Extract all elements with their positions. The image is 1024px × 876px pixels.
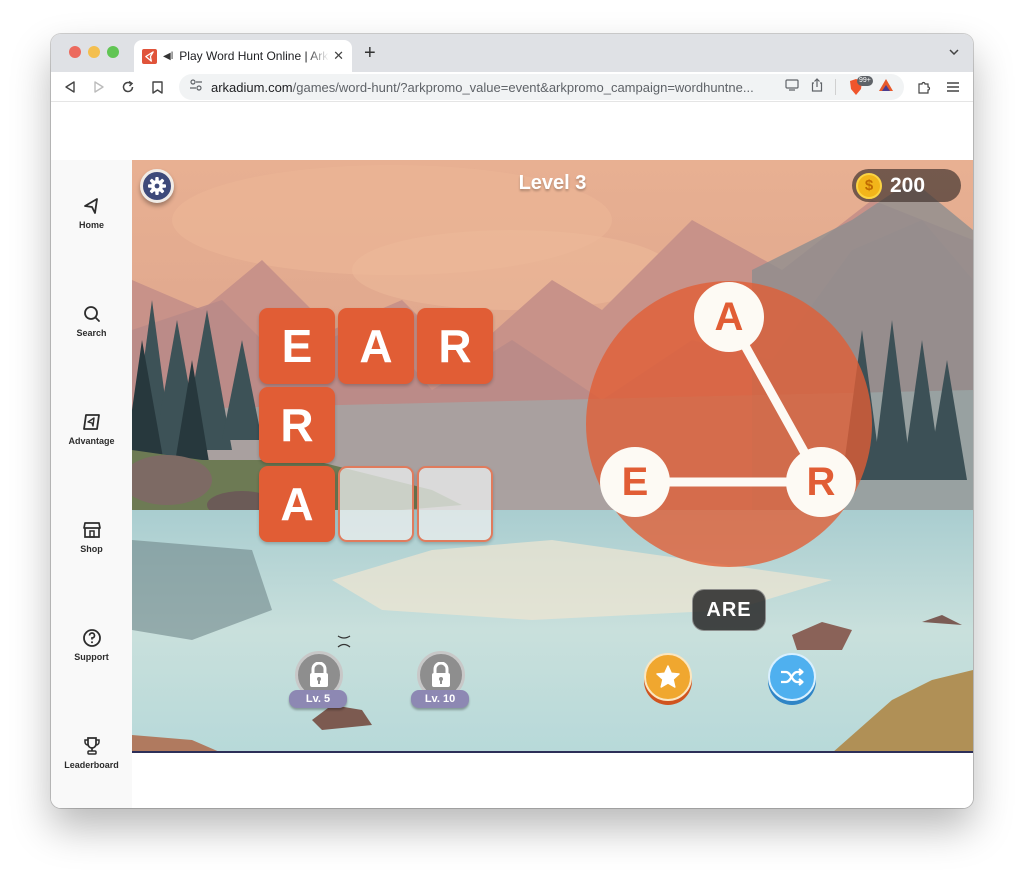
grid-tile: A [259, 466, 335, 542]
forward-button[interactable] [90, 78, 108, 96]
maximize-window-button[interactable] [107, 46, 119, 58]
sidebar-item-leaderboard[interactable]: Leaderboard [51, 736, 132, 770]
shop-icon [82, 522, 101, 538]
speaker-icon[interactable]: ◀ǀ [163, 51, 173, 62]
shuffle-icon [781, 668, 804, 686]
level-title: Level 3 [518, 172, 587, 194]
back-button[interactable] [61, 78, 79, 96]
sidebar-item-label: Advantage [68, 436, 115, 446]
sidebar: Home Search Advantage Shop Support Leade… [51, 160, 132, 808]
close-window-button[interactable] [69, 46, 81, 58]
divider [835, 79, 836, 95]
site-settings-icon[interactable] [189, 78, 203, 96]
grid-tile: R [259, 387, 335, 463]
unlock-level-label: Lv. 10 [411, 690, 469, 708]
sidebar-item-support[interactable]: Support [51, 628, 132, 662]
sidebar-item-label: Shop [80, 544, 103, 554]
page-content: Home Search Advantage Shop Support Leade… [51, 102, 973, 808]
star-icon [656, 665, 680, 688]
shields-count-badge: 99+ [857, 76, 873, 86]
search-icon [83, 306, 100, 322]
tab-strip: ◀ǀ Play Word Hunt Online | Arkadium ✕ + [51, 34, 973, 72]
new-tab-button[interactable]: + [364, 43, 376, 63]
wheel-letter[interactable]: R [786, 447, 856, 517]
sidebar-item-label: Search [76, 328, 107, 338]
grid-tile: R [417, 308, 493, 384]
url-text[interactable]: arkadium.com/games/word-hunt/?arkpromo_v… [211, 80, 781, 95]
brave-rewards-icon[interactable] [878, 78, 894, 97]
address-bar[interactable]: arkadium.com/games/word-hunt/?arkpromo_v… [179, 74, 904, 100]
sidebar-item-label: Leaderboard [64, 760, 119, 770]
cast-icon[interactable] [785, 78, 799, 96]
game-canvas[interactable]: Level 3 $ 200 E A R R A A E R ARE Lv. 5 … [132, 160, 973, 753]
wheel-letter[interactable]: A [694, 282, 764, 352]
grid-tile-empty [338, 466, 414, 542]
letter-wheel[interactable]: A E R [586, 281, 872, 567]
grid-tile-empty [417, 466, 493, 542]
locked-booster-lv10[interactable]: Lv. 10 [411, 651, 471, 713]
bookmark-icon[interactable] [148, 78, 166, 96]
home-arrow-icon [83, 198, 98, 214]
locked-booster-lv5[interactable]: Lv. 5 [289, 651, 349, 713]
help-circle-icon [82, 629, 101, 647]
sidebar-item-home[interactable]: Home [51, 196, 132, 230]
menu-hamburger-icon[interactable] [944, 78, 962, 96]
coin-balance[interactable]: $ 200 [852, 169, 961, 202]
trophy-icon [83, 737, 100, 755]
wheel-letter[interactable]: E [600, 447, 670, 517]
browser-toolbar: arkadium.com/games/word-hunt/?arkpromo_v… [51, 72, 973, 102]
browser-tab-active[interactable]: ◀ǀ Play Word Hunt Online | Arkadium ✕ [134, 40, 352, 72]
close-tab-icon[interactable]: ✕ [333, 48, 344, 64]
sidebar-item-label: Home [78, 220, 104, 230]
tab-list-chevron-icon[interactable] [949, 46, 959, 58]
grid-tile: E [259, 308, 335, 384]
advantage-icon [82, 414, 100, 430]
hint-button[interactable] [644, 653, 692, 701]
sidebar-item-search[interactable]: Search [51, 304, 132, 338]
brave-shields-icon[interactable]: 99+ [848, 76, 873, 96]
extensions-puzzle-icon[interactable] [915, 78, 933, 96]
tab-title: Play Word Hunt Online | Arkadium [179, 49, 329, 63]
minimize-window-button[interactable] [88, 46, 100, 58]
sidebar-item-label: Support [74, 652, 109, 662]
coin-count: 200 [890, 173, 926, 197]
arkadium-logo-icon [142, 48, 157, 64]
current-word-display: ARE [692, 589, 766, 631]
browser-window: ◀ǀ Play Word Hunt Online | Arkadium ✕ + … [51, 34, 973, 808]
coin-icon: $ [856, 172, 882, 199]
unlock-level-label: Lv. 5 [289, 690, 347, 708]
shuffle-button[interactable] [768, 653, 816, 701]
sidebar-item-advantage[interactable]: Advantage [51, 412, 132, 446]
share-icon[interactable] [811, 77, 823, 97]
sidebar-item-shop[interactable]: Shop [51, 520, 132, 554]
grid-tile: A [338, 308, 414, 384]
reload-button[interactable] [119, 78, 137, 96]
